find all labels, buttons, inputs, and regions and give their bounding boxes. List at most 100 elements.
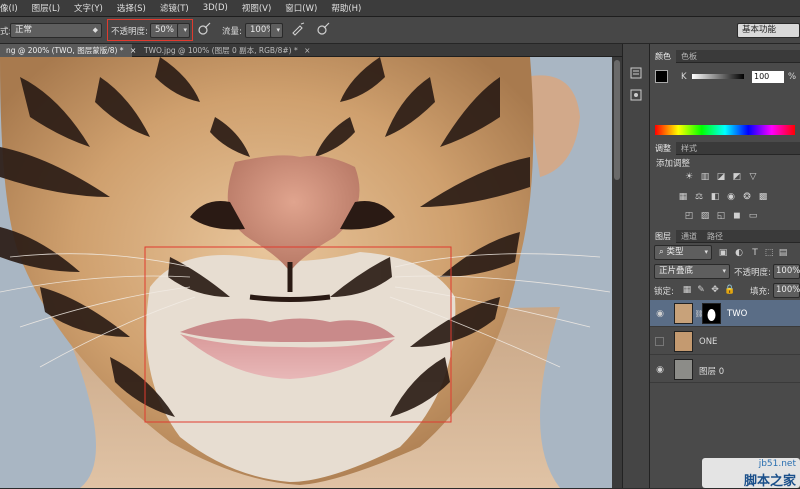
color-balance-icon[interactable]: ⚖ (694, 192, 704, 202)
chevron-down-icon: ▾ (722, 267, 726, 275)
chevron-icon: ◆ (92, 26, 98, 34)
layer-row-one[interactable]: ONE (650, 328, 800, 355)
k-slider[interactable] (692, 74, 744, 79)
fill-label: 填充: (750, 287, 770, 297)
menu-help[interactable]: 帮助(H) (331, 2, 361, 14)
watermark: jb51.net 脚本之家 (702, 458, 800, 489)
color-lookup-icon[interactable]: ▩ (758, 192, 768, 202)
lock-all-icon[interactable]: 🔒 (724, 285, 735, 295)
tab-channels[interactable]: 通道 (676, 230, 702, 243)
tab-layers[interactable]: 图层 (650, 230, 676, 243)
menu-filter[interactable]: 滤镜(T) (160, 2, 189, 14)
add-adjustment-label: 添加调整 (656, 159, 691, 169)
blend-mode-select[interactable]: 正片叠底 ▾ (654, 264, 730, 279)
watermark-text: 脚本之家 (743, 474, 796, 489)
filter-type-icon[interactable]: T (750, 248, 760, 258)
history-icon[interactable] (628, 66, 644, 82)
doc-tab-label: ng @ 200% (TWO, 图层蒙版/8) * (6, 46, 124, 55)
k-value-input[interactable]: 100 (752, 71, 784, 83)
filter-adjust-icon[interactable]: ◐ (734, 248, 744, 258)
posterize-icon[interactable]: ▨ (700, 211, 710, 221)
menu-view[interactable]: 视图(V) (242, 2, 271, 14)
gradient-map-icon[interactable]: ▭ (748, 211, 758, 221)
layer-opacity-value: 100% (776, 266, 800, 276)
properties-icon[interactable] (628, 88, 644, 104)
layer-thumbnail (674, 303, 693, 324)
selective-color-icon[interactable]: ◼ (732, 211, 742, 221)
workspace-value: 基本功能 (742, 25, 777, 35)
flow-dropdown-button[interactable]: ▾ (270, 23, 283, 38)
color-spectrum[interactable] (655, 125, 795, 135)
layer-row-two[interactable]: ◉ ⛓ TWO (650, 300, 800, 327)
scrollbar-thumb[interactable] (614, 60, 620, 180)
doc-tab-active[interactable]: ng @ 200% (TWO, 图层蒙版/8) * × (0, 44, 136, 57)
fill-value: 100% (776, 285, 800, 295)
blend-mode-value: 正片叠底 (659, 266, 694, 276)
menu-image[interactable]: 像(I) (0, 2, 18, 14)
threshold-icon[interactable]: ◱ (716, 211, 726, 221)
levels-icon[interactable]: ▥ (700, 172, 710, 182)
vibrance-icon[interactable]: ▽ (748, 172, 758, 182)
photo-filter-icon[interactable]: ◉ (726, 192, 736, 202)
layer-row-0[interactable]: ◉ 图层 0 (650, 356, 800, 383)
document-canvas[interactable] (0, 57, 612, 488)
black-white-icon[interactable]: ◧ (710, 192, 720, 202)
filter-smart-icon[interactable]: ▤ (778, 248, 788, 258)
eye-icon[interactable]: ◉ (655, 365, 665, 375)
tab-paths[interactable]: 路径 (702, 230, 728, 243)
lock-transparent-icon[interactable]: ▦ (682, 285, 692, 295)
lock-position-icon[interactable]: ✥ (710, 285, 720, 295)
layer-filter-value: 类型 (666, 247, 684, 257)
menu-layer[interactable]: 图层(L) (32, 2, 60, 14)
hue-saturation-icon[interactable]: ▦ (678, 192, 688, 202)
layer-name: 图层 0 (699, 367, 725, 377)
menu-window[interactable]: 窗口(W) (285, 2, 317, 14)
options-bar: 式: 正常 ◆ 不透明度: 50% ▾ 流量: 100% ▾ 基本功能 (0, 17, 800, 44)
k-value: 100 (754, 72, 770, 81)
layer-filter-select[interactable]: ⌕ 类型 ▾ (654, 245, 712, 260)
layer-name: ONE (699, 337, 718, 347)
tab-color[interactable]: 颜色 (650, 50, 676, 63)
opacity-dropdown-button[interactable]: ▾ (177, 23, 190, 38)
chevron-down-icon: ▾ (704, 248, 708, 256)
close-icon[interactable]: × (130, 46, 136, 55)
menu-type[interactable]: 文字(Y) (74, 2, 103, 14)
mode-value: 正常 (15, 25, 33, 35)
layer-opacity-input[interactable]: 100% (773, 264, 800, 279)
pressure-opacity-icon[interactable] (196, 22, 212, 38)
tab-adjustments[interactable]: 调整 (650, 142, 676, 155)
layer-mask-thumbnail[interactable] (702, 303, 721, 324)
exposure-icon[interactable]: ◩ (732, 172, 742, 182)
tab-styles[interactable]: 样式 (676, 142, 702, 155)
right-panels: 颜色 色板 K 100 % 调整 样式 添加调整 ☀ ▥ ◪ ◩ ▽ ▦ ⚖ ◧… (650, 44, 800, 489)
eye-icon[interactable]: ◉ (655, 309, 665, 319)
mode-select[interactable]: 正常 ◆ (10, 23, 102, 38)
opacity-value: 50% (155, 25, 174, 35)
layer-name: TWO (727, 309, 748, 319)
channel-mixer-icon[interactable]: ❂ (742, 192, 752, 202)
doc-tab-label: TWO.jpg @ 100% (图层 0 副本, RGB/8#) * (144, 46, 298, 55)
menu-select[interactable]: 选择(S) (117, 2, 146, 14)
lock-pixels-icon[interactable]: ✎ (696, 285, 706, 295)
visibility-toggle[interactable] (655, 337, 664, 346)
brightness-icon[interactable]: ☀ (684, 172, 694, 182)
doc-tab[interactable]: TWO.jpg @ 100% (图层 0 副本, RGB/8#) * × (138, 44, 310, 57)
filter-shape-icon[interactable]: ⬚ (764, 248, 774, 258)
curves-icon[interactable]: ◪ (716, 172, 726, 182)
percent-unit: % (788, 72, 797, 82)
pressure-size-icon[interactable] (315, 22, 331, 38)
foreground-color-swatch[interactable] (655, 70, 668, 83)
menu-3d[interactable]: 3D(D) (203, 3, 228, 13)
tiger-face-image (0, 57, 612, 488)
panel-icon-column (622, 44, 650, 488)
invert-icon[interactable]: ◰ (684, 211, 694, 221)
workspace-select[interactable]: 基本功能 (737, 23, 800, 38)
layer-opacity-label: 不透明度: (734, 268, 771, 278)
adjust-panel-tabs: 调整 样式 (650, 142, 800, 155)
close-icon[interactable]: × (304, 46, 310, 55)
fill-input[interactable]: 100% (773, 283, 800, 298)
airbrush-icon[interactable] (290, 22, 306, 38)
tab-swatches[interactable]: 色板 (676, 50, 702, 63)
channel-label: K (681, 72, 687, 82)
filter-pixel-icon[interactable]: ▣ (718, 248, 728, 258)
